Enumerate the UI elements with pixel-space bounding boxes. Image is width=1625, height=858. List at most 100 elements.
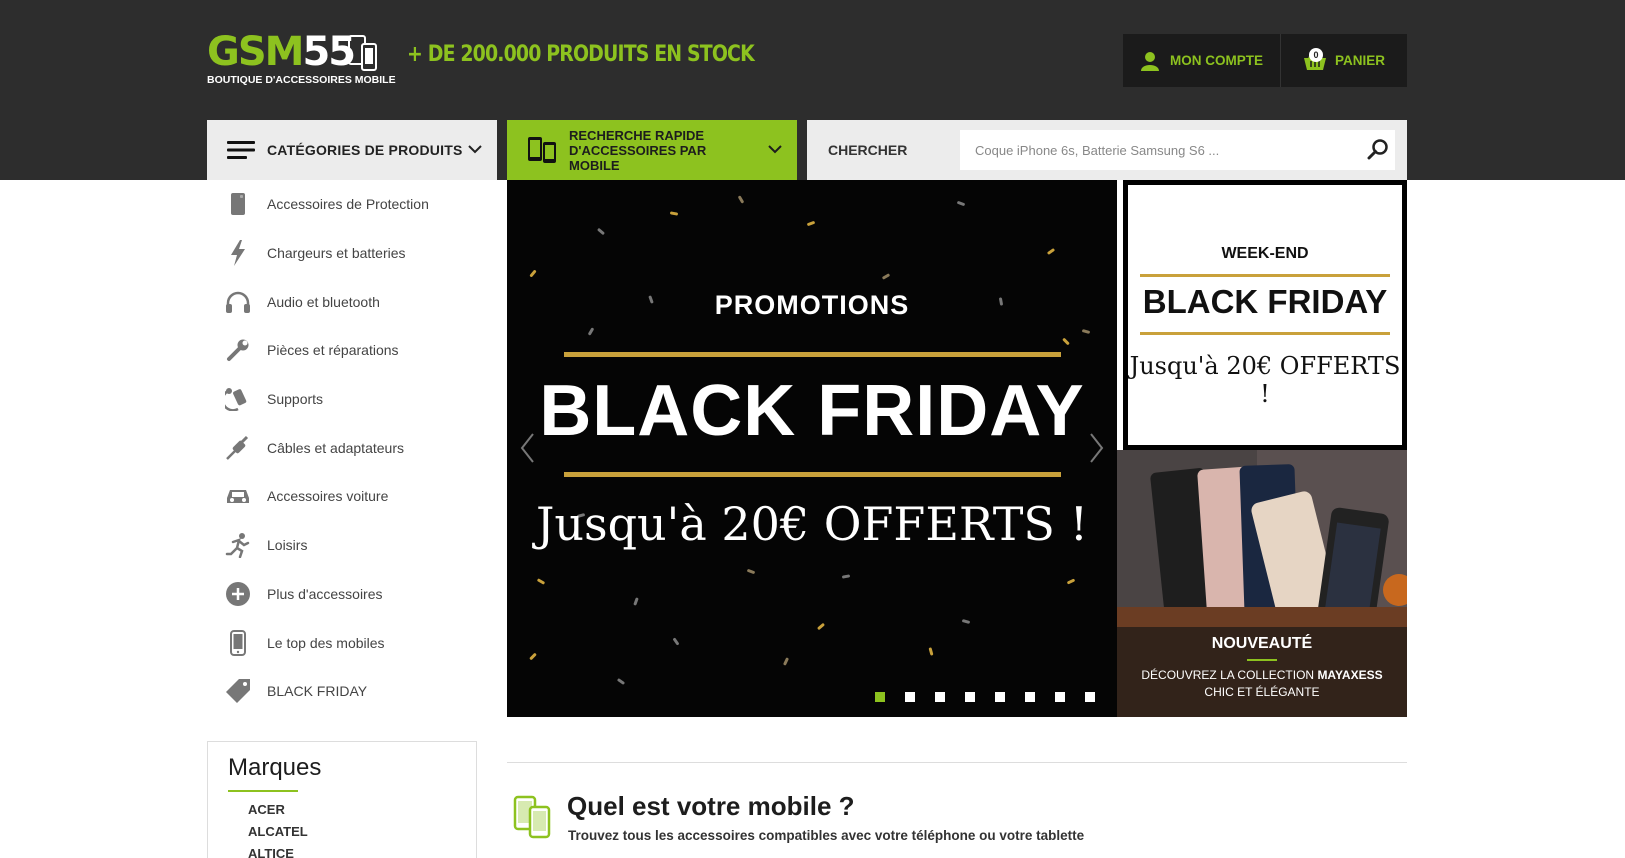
brand-link[interactable]: ALTICE <box>248 846 456 858</box>
weekend-kicker: WEEK-END <box>1221 245 1309 262</box>
logo-wordmark: GSM55 <box>207 29 356 75</box>
logo-subtitle: BOUTIQUE D'ACCESSOIRES MOBILE <box>207 74 396 86</box>
category-label: Accessoires de Protection <box>267 196 429 213</box>
mobile-section-subtitle: Trouvez tous les accessoires compatibles… <box>568 828 1085 843</box>
account-cart-box: MON COMPTE 0 PANIER <box>1123 34 1407 87</box>
weekend-black-friday-banner[interactable]: WEEK-END BLACK FRIDAY Jusqu'à 20€ OFFERT… <box>1123 180 1407 450</box>
user-icon <box>1141 51 1159 71</box>
new-collection-brand: MAYAXESS <box>1317 668 1383 682</box>
category-label: BLACK FRIDAY <box>267 683 368 700</box>
category-item-chargeurs[interactable]: Chargeurs et batteries <box>207 229 497 278</box>
category-label: Plus d'accessoires <box>267 585 383 602</box>
tag-icon <box>225 678 251 704</box>
search-label: CHERCHER <box>828 142 908 158</box>
new-collection-line1-prefix: DÉCOUVREZ LA COLLECTION <box>1141 668 1318 682</box>
category-item-top-mobiles[interactable]: Le top des mobiles <box>207 618 497 667</box>
phone-case-icon <box>225 191 251 217</box>
quick-search-by-mobile-button[interactable]: RECHERCHE RAPIDE D'ACCESSOIRES PAR MOBIL… <box>507 120 797 180</box>
carousel-dot[interactable] <box>965 692 975 702</box>
brands-title-underline <box>228 790 298 792</box>
category-item-cables[interactable]: Câbles et adaptateurs <box>207 423 497 472</box>
new-collection-title: NOUVEAUTÉ <box>1211 635 1313 652</box>
cart-button[interactable]: 0 PANIER <box>1281 34 1407 87</box>
carousel-dot[interactable] <box>905 692 915 702</box>
hamburger-icon <box>227 141 255 159</box>
carousel-pagination <box>875 692 1095 702</box>
logo-gsm: GSM <box>207 29 304 75</box>
category-item-supports[interactable]: Supports <box>207 375 497 424</box>
chevron-down-icon <box>768 145 782 154</box>
category-list: Accessoires de Protection Chargeurs et b… <box>207 180 497 716</box>
category-item-protection[interactable]: Accessoires de Protection <box>207 180 497 229</box>
carousel-prev-icon[interactable] <box>519 432 535 464</box>
chevron-down-icon <box>468 145 482 154</box>
category-label: Supports <box>267 391 324 408</box>
mobiles-icon <box>528 137 556 163</box>
search-input[interactable] <box>960 130 1395 170</box>
category-label: Loisirs <box>267 537 308 554</box>
category-item-loisirs[interactable]: Loisirs <box>207 521 497 570</box>
brands-list: ACER ALCATEL ALTICE <box>228 802 456 858</box>
smartphone-icon <box>225 629 251 656</box>
runner-icon <box>225 532 251 559</box>
mobile-section-title: Quel est votre mobile ? <box>567 791 855 821</box>
cable-icon <box>225 435 251 461</box>
carousel-dot[interactable] <box>995 692 1005 702</box>
category-item-black-friday[interactable]: BLACK FRIDAY <box>207 667 497 716</box>
category-label: Audio et bluetooth <box>267 293 380 310</box>
promo-title: BLACK FRIDAY <box>539 371 1085 451</box>
quick-search-label: RECHERCHE RAPIDE D'ACCESSOIRES PAR MOBIL… <box>569 127 707 173</box>
carousel-dot[interactable] <box>1025 692 1035 702</box>
carousel-dot[interactable] <box>1085 692 1095 702</box>
support-icon <box>225 386 251 412</box>
promo-kicker: PROMOTIONS <box>714 290 910 320</box>
weekend-banner-inner: WEEK-END BLACK FRIDAY Jusqu'à 20€ OFFERT… <box>1128 185 1402 445</box>
brand-link[interactable]: ACER <box>248 802 456 824</box>
category-item-voiture[interactable]: Accessoires voiture <box>207 472 497 521</box>
section-divider <box>507 762 1407 763</box>
carousel-next-icon[interactable] <box>1089 432 1105 464</box>
car-icon <box>225 483 251 509</box>
categories-menu-label: CATÉGORIES DE PRODUITS <box>267 142 463 158</box>
category-label: Le top des mobiles <box>267 634 385 651</box>
category-label: Chargeurs et batteries <box>267 245 406 262</box>
plus-circle-icon <box>225 581 251 607</box>
category-label: Pièces et réparations <box>267 342 399 359</box>
category-label: Câbles et adaptateurs <box>267 439 404 456</box>
search-icon[interactable] <box>1367 138 1389 160</box>
carousel-dot[interactable] <box>1055 692 1065 702</box>
account-label: MON COMPTE <box>1170 53 1263 68</box>
category-item-audio[interactable]: Audio et bluetooth <box>207 277 497 326</box>
category-label: Accessoires voiture <box>267 488 389 505</box>
lightning-icon <box>225 240 251 267</box>
weekend-title: BLACK FRIDAY <box>1142 283 1388 320</box>
promo-offer: Jusqu'à 20€ OFFERTS ! <box>535 497 1089 551</box>
carousel-dot[interactable] <box>875 692 885 702</box>
main-promo-carousel[interactable]: PROMOTIONS BLACK FRIDAY Jusqu'à 20€ OFFE… <box>507 180 1117 717</box>
headphones-icon <box>225 289 251 315</box>
gold-divider <box>564 352 1061 357</box>
categories-menu-button[interactable]: CATÉGORIES DE PRODUITS <box>207 120 497 180</box>
wrench-icon <box>225 337 251 363</box>
brand-link[interactable]: ALCATEL <box>248 824 456 846</box>
site-logo[interactable]: GSM55 BOUTIQUE D'ACCESSOIRES MOBILE <box>207 29 396 92</box>
caption-divider <box>1247 659 1277 661</box>
new-collection-banner[interactable]: NOUVEAUTÉ DÉCOUVREZ LA COLLECTION MAYAXE… <box>1117 450 1407 717</box>
search-bar: CHERCHER <box>807 120 1407 180</box>
cart-count-badge: 0 <box>1309 48 1323 62</box>
brands-panel: Marques ACER ALCATEL ALTICE <box>207 741 477 858</box>
category-item-pieces[interactable]: Pièces et réparations <box>207 326 497 375</box>
logo-phones-icon <box>348 35 377 71</box>
new-collection-line2: CHIC ET ÉLÉGANTE <box>1204 685 1320 699</box>
category-item-plus[interactable]: Plus d'accessoires <box>207 570 497 619</box>
weekend-offer: Jusqu'à 20€ OFFERTS ! <box>1129 352 1401 408</box>
new-collection-caption: NOUVEAUTÉ DÉCOUVREZ LA COLLECTION MAYAXE… <box>1117 627 1407 717</box>
gold-divider <box>564 472 1061 477</box>
carousel-dot[interactable] <box>935 692 945 702</box>
cart-label: PANIER <box>1334 53 1385 68</box>
brands-title: Marques <box>228 754 322 781</box>
gold-divider <box>1140 332 1390 335</box>
gold-divider <box>1140 274 1390 277</box>
account-button[interactable]: MON COMPTE <box>1123 34 1281 87</box>
mobiles-green-icon <box>513 795 551 839</box>
